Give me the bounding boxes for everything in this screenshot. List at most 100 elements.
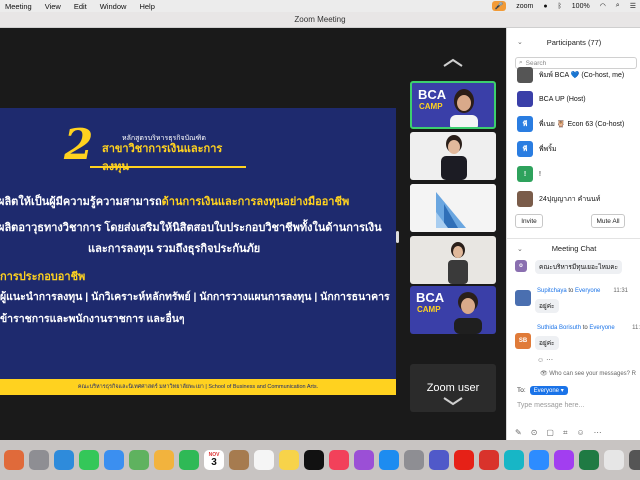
- video-thumbnail[interactable]: [410, 132, 496, 180]
- canva-icon[interactable]: [504, 450, 524, 470]
- bca-logo-text: BCA: [416, 290, 445, 305]
- microphone-status-icon[interactable]: 🎤: [492, 1, 507, 11]
- video-thumbnail[interactable]: BCA CAMP: [410, 286, 496, 334]
- shared-slide: 2 หลักสูตรบริหารธุรกิจบัณฑิต สาขาวิชาการ…: [0, 108, 396, 395]
- launchpad-icon[interactable]: [29, 450, 49, 470]
- chevron-down-icon[interactable]: ⌄: [517, 245, 523, 253]
- tv-icon[interactable]: [304, 450, 324, 470]
- participant-video: [410, 236, 496, 284]
- zoom-status-label[interactable]: zoom: [516, 3, 533, 10]
- reminders-icon[interactable]: [254, 450, 274, 470]
- recipient-dropdown[interactable]: Everyone ▾: [529, 386, 568, 395]
- video-thumbnail[interactable]: [410, 236, 496, 284]
- participant-avatar: [454, 292, 482, 334]
- code-icon[interactable]: ⌗: [563, 428, 568, 438]
- invite-button[interactable]: Invite: [515, 214, 543, 228]
- finder-icon[interactable]: [4, 450, 24, 470]
- battery-label[interactable]: 100%: [572, 3, 590, 10]
- podcasts-icon[interactable]: [354, 450, 374, 470]
- calendar-day: 3: [211, 457, 217, 468]
- photo-booth-icon[interactable]: [479, 450, 499, 470]
- to-label: To:: [517, 387, 526, 394]
- chevron-down-icon[interactable]: ⌄: [517, 38, 523, 46]
- menu-meeting[interactable]: Meeting: [5, 2, 32, 11]
- participant-item[interactable]: ! !: [517, 165, 640, 183]
- preview-icon[interactable]: [629, 450, 640, 470]
- keyboard-icon[interactable]: [604, 450, 624, 470]
- control-center-icon[interactable]: ☰: [630, 2, 636, 10]
- chevron-up-icon[interactable]: [442, 58, 464, 68]
- more-icon[interactable]: ⋯: [594, 428, 602, 438]
- settings-icon[interactable]: [404, 450, 424, 470]
- participant-avatar: [450, 89, 478, 127]
- menu-window[interactable]: Window: [100, 2, 127, 11]
- participant-item[interactable]: พี พี่เนย 🦉 Econ 63 (Co-host): [517, 115, 640, 133]
- bca-camp-text: CAMP: [417, 305, 441, 314]
- participant-item[interactable]: พี พี่พริ้ม: [517, 140, 640, 158]
- messages-icon[interactable]: [79, 450, 99, 470]
- reaction-icons[interactable]: ☺ ⋯: [537, 356, 553, 364]
- contacts-icon[interactable]: [229, 450, 249, 470]
- app-store-icon[interactable]: [379, 450, 399, 470]
- chat-time: 11:31: [613, 288, 628, 294]
- zoom-icon[interactable]: [529, 450, 549, 470]
- mail-icon[interactable]: [104, 450, 124, 470]
- maps-icon[interactable]: [129, 450, 149, 470]
- emoji-icon[interactable]: ☺: [576, 428, 584, 438]
- menu-edit[interactable]: Edit: [74, 2, 87, 11]
- who-can-see-text: Who can see your messages? R: [549, 371, 637, 377]
- avatar: [517, 191, 533, 207]
- participant-item[interactable]: BCA UP (Host): [517, 90, 640, 108]
- screenshot-icon[interactable]: ⊙: [531, 428, 538, 438]
- chat-recipient: Everyone: [575, 288, 601, 294]
- participant-name: 24ปุญญาภา คำนนท์: [539, 195, 601, 203]
- chat-title: Meeting Chat: [551, 244, 597, 253]
- window-title: Zoom Meeting: [294, 15, 346, 24]
- teams-icon[interactable]: [429, 450, 449, 470]
- notes-icon[interactable]: [279, 450, 299, 470]
- resize-handle[interactable]: [396, 231, 399, 243]
- chat-input[interactable]: Type message here...: [517, 402, 584, 409]
- record-icon[interactable]: ●: [543, 3, 547, 10]
- avatar: [515, 290, 531, 306]
- facetime-icon[interactable]: [179, 450, 199, 470]
- bluetooth-icon[interactable]: ᛒ: [558, 3, 562, 10]
- excel-icon[interactable]: [579, 450, 599, 470]
- calendar-icon[interactable]: NOV 3: [204, 450, 224, 470]
- menu-help[interactable]: Help: [139, 2, 154, 11]
- photos-icon[interactable]: [154, 450, 174, 470]
- participant-item[interactable]: 24ปุญญาภา คำนนท์: [517, 190, 640, 208]
- who-can-see-link[interactable]: 👁 Who can see your messages? R: [540, 370, 636, 377]
- recipient-selector[interactable]: To: Everyone ▾: [517, 386, 568, 395]
- slide-footer: คณะบริหารธุรกิจและนิเทศศาสตร์ มหาวิทยาลั…: [0, 379, 396, 395]
- wifi-icon[interactable]: ◠: [600, 2, 606, 10]
- chevron-down-icon[interactable]: [442, 396, 464, 406]
- participants-header[interactable]: ⌄ Participants (77): [507, 32, 640, 52]
- triangle-logo-image: [410, 184, 496, 232]
- youtube-icon[interactable]: [454, 450, 474, 470]
- menu-view[interactable]: View: [45, 2, 61, 11]
- format-icon[interactable]: ✎: [515, 428, 522, 438]
- shared-screen-area: 2 หลักสูตรบริหารธุรกิจบัณฑิต สาขาวิชาการ…: [0, 28, 506, 440]
- video-thumbnail[interactable]: [410, 184, 496, 232]
- video-thumbnail-active-speaker[interactable]: BCA CAMP: [410, 81, 496, 129]
- slide-number: 2: [64, 120, 94, 169]
- music-icon[interactable]: [329, 450, 349, 470]
- avatar: พี: [517, 116, 533, 132]
- slide-line-1: ผลิตให้เป็นผู้มีความรู้ความสามารถด้านการ…: [0, 192, 349, 210]
- avatar: !: [517, 166, 533, 182]
- file-icon[interactable]: ▢: [546, 428, 554, 438]
- chat-sender: Suthida Borisuth: [537, 325, 582, 331]
- slide-careers-1: ผู้แนะนำการลงทุน | นักวิเคราะห์หลักทรัพย…: [0, 291, 390, 303]
- safari-icon[interactable]: [54, 450, 74, 470]
- chat-header[interactable]: ⌄ Meeting Chat: [507, 238, 640, 258]
- messenger-icon[interactable]: [554, 450, 574, 470]
- slide-careers-heading: การประกอบอาชีพ: [0, 271, 86, 283]
- mute-all-button[interactable]: Mute All: [591, 214, 625, 228]
- chat-sender: Supitchaya: [537, 288, 567, 294]
- menu-bar: Meeting View Edit Window Help 🎤 zoom ● ᛒ…: [0, 0, 640, 12]
- slide-line-3: และการลงทุน รวมถึงธุรกิจประกันภัย: [88, 243, 261, 255]
- participant-name: !: [539, 170, 541, 178]
- search-icon[interactable]: ⌕: [616, 2, 620, 10]
- participant-item[interactable]: พิมพ์ BCA 💙 (Co-host, me): [517, 66, 640, 84]
